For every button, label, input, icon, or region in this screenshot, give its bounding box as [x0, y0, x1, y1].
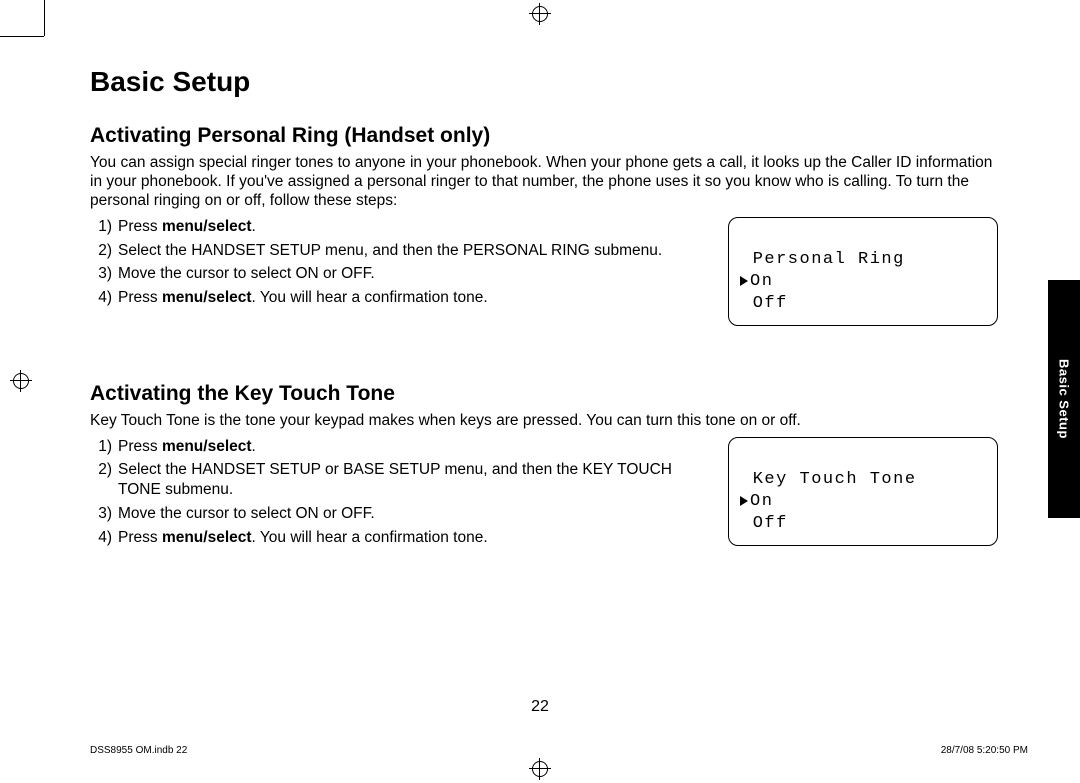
footer-left: DSS8955 OM.indb 22: [90, 745, 187, 756]
list-item: 4)Press menu/select. You will hear a con…: [114, 288, 700, 308]
lcd-key-touch-tone: Key Touch Tone On Off: [728, 437, 998, 546]
lcd-option-off: Off: [741, 294, 788, 313]
cursor-icon: [740, 276, 748, 286]
registration-mark-left: [10, 370, 32, 392]
lcd-personal-ring: Personal Ring On Off: [728, 217, 998, 326]
section2-heading: Activating the Key Touch Tone: [90, 382, 998, 406]
list-item: 4)Press menu/select. You will hear a con…: [114, 528, 700, 548]
page-title: Basic Setup: [90, 66, 998, 98]
section1-heading: Activating Personal Ring (Handset only): [90, 124, 998, 148]
list-item: 2)Select the HANDSET SETUP or BASE SETUP…: [114, 460, 700, 500]
section2: Activating the Key Touch Tone Key Touch …: [90, 382, 998, 552]
section2-row: 1)Press menu/select. 2)Select the HANDSE…: [90, 437, 998, 552]
lcd-option-off: Off: [741, 514, 788, 533]
footer: DSS8955 OM.indb 22 28/7/08 5:20:50 PM: [90, 745, 1028, 756]
list-item: 3)Move the cursor to select ON or OFF.: [114, 504, 700, 524]
section1-row: 1)Press menu/select. 2)Select the HANDSE…: [90, 217, 998, 326]
registration-mark-bottom: [529, 758, 551, 780]
footer-right: 28/7/08 5:20:50 PM: [941, 745, 1028, 756]
manual-page: Basic Setup Basic Setup Activating Perso…: [0, 0, 1080, 783]
side-tab: Basic Setup: [1048, 280, 1080, 518]
cursor-icon: [740, 496, 748, 506]
section2-steps: 1)Press menu/select. 2)Select the HANDSE…: [90, 437, 700, 552]
section2-intro: Key Touch Tone is the tone your keypad m…: [90, 412, 998, 431]
list-item: 2)Select the HANDSET SETUP menu, and the…: [114, 241, 700, 261]
lcd-option-on: On: [750, 492, 773, 511]
lcd-title: Personal Ring: [741, 250, 905, 269]
side-tab-label: Basic Setup: [1057, 359, 1072, 439]
lcd-title: Key Touch Tone: [741, 470, 917, 489]
list-item: 1)Press menu/select.: [114, 437, 700, 457]
registration-mark-top: [529, 3, 551, 25]
section1-intro: You can assign special ringer tones to a…: [90, 154, 998, 211]
content-area: Basic Setup Activating Personal Ring (Ha…: [90, 66, 998, 552]
page-number: 22: [0, 698, 1080, 716]
list-item: 3)Move the cursor to select ON or OFF.: [114, 264, 700, 284]
crop-mark-horizontal: [0, 36, 44, 37]
section1-steps: 1)Press menu/select. 2)Select the HANDSE…: [90, 217, 700, 312]
list-item: 1)Press menu/select.: [114, 217, 700, 237]
lcd-option-on: On: [750, 272, 773, 291]
crop-mark-vertical: [44, 0, 45, 36]
